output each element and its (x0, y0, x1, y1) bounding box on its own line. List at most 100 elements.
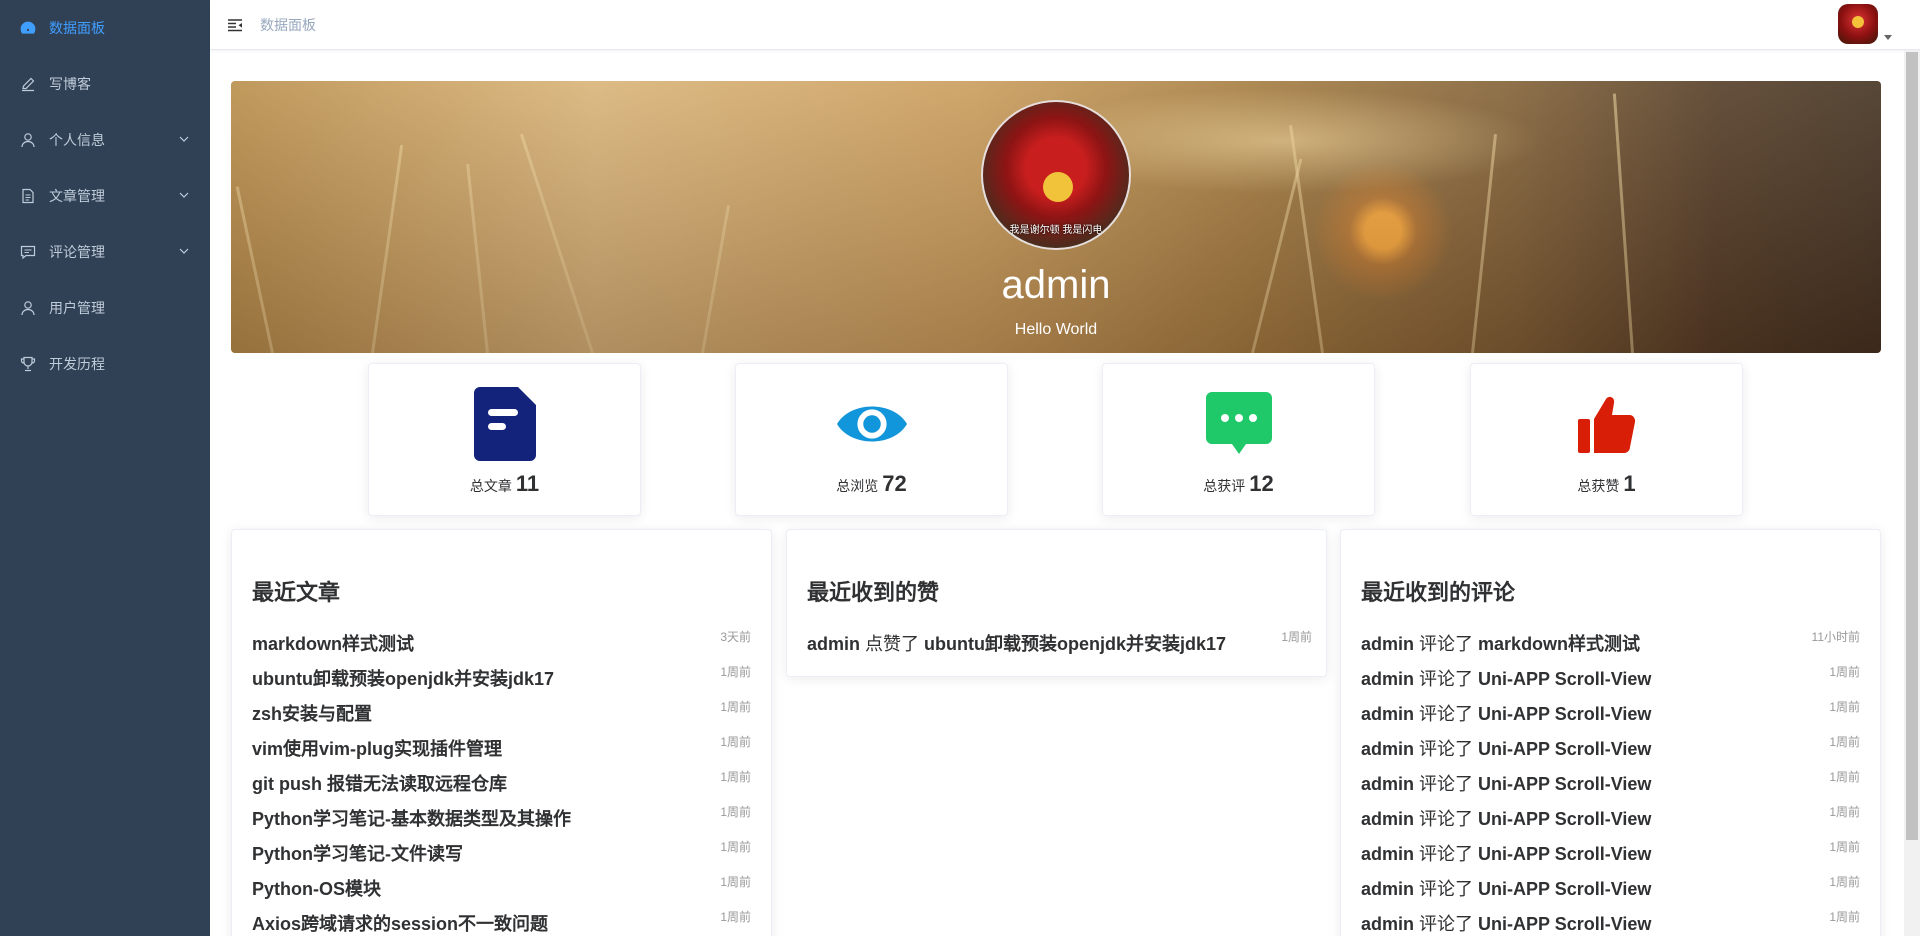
like-target: ubuntu卸载预装openjdk并安装jdk17 (924, 634, 1227, 654)
navbar: 数据面板 (210, 0, 1920, 50)
stat-card-likes[interactable]: 总获赞 1 (1470, 363, 1743, 516)
list-item: zsh安装与配置 1周前 (252, 700, 751, 730)
profile-motto: Hello World (1014, 321, 1098, 338)
sidebar-item-label: 数据面板 (49, 20, 105, 36)
article-link[interactable]: markdown样式测试 (252, 634, 414, 654)
panel-title: 最近收到的赞 (807, 580, 940, 605)
timestamp: 1周前 (720, 735, 751, 749)
comment-entry[interactable]: admin 评论了 Uni-APP Scroll-View (1361, 879, 1651, 899)
like-entry[interactable]: admin 点赞了 ubuntu卸载预装openjdk并安装jdk17 (807, 634, 1226, 654)
sidebar-item-comments[interactable]: 评论管理 (0, 224, 210, 280)
sidebar-item-label: 用户管理 (49, 300, 105, 316)
avatar[interactable] (1838, 4, 1878, 44)
timestamp: 1周前 (720, 700, 751, 714)
timestamp: 3天前 (720, 630, 751, 644)
comment-entry[interactable]: admin 评论了 Uni-APP Scroll-View (1361, 844, 1651, 864)
main-area: 数据面板 我是谢尔顿 我是闪电 admin Hello World 总文章 11… (210, 0, 1920, 936)
list-item: admin 评论了 Uni-APP Scroll-View 1周前 (1361, 840, 1860, 870)
list-item: Python-OS模块 1周前 (252, 875, 751, 905)
stat-value: 72 (882, 471, 907, 496)
article-link[interactable]: zsh安装与配置 (252, 704, 372, 724)
sidebar: 数据面板 写博客 个人信息 文章管理 评论管理 用户管理 开发历程 (0, 0, 210, 936)
thumbs-up-icon (1572, 386, 1642, 462)
sidebar-item-dashboard[interactable]: 数据面板 (0, 0, 210, 56)
menu-fold-icon[interactable] (227, 17, 243, 33)
sidebar-item-write-blog[interactable]: 写博客 (0, 56, 210, 112)
article-link[interactable]: vim使用vim-plug实现插件管理 (252, 739, 502, 759)
list-item: admin 点赞了 ubuntu卸载预装openjdk并安装jdk17 1周前 (807, 630, 1312, 660)
edit-icon (20, 76, 36, 92)
user-icon (20, 300, 36, 316)
profile-avatar[interactable]: 我是谢尔顿 我是闪电 (981, 100, 1131, 250)
sidebar-item-articles[interactable]: 文章管理 (0, 168, 210, 224)
comment-entry[interactable]: admin 评论了 Uni-APP Scroll-View (1361, 669, 1651, 689)
sidebar-item-label: 评论管理 (49, 244, 105, 260)
chat-icon (1204, 386, 1274, 462)
sidebar-item-profile[interactable]: 个人信息 (0, 112, 210, 168)
sidebar-item-label: 写博客 (49, 76, 91, 92)
stat-card-articles[interactable]: 总文章 11 (368, 363, 641, 516)
document-icon (20, 188, 36, 204)
dashboard-icon (20, 20, 36, 36)
list-item: Python学习笔记-基本数据类型及其操作 1周前 (252, 805, 751, 835)
list-item: ubuntu卸载预装openjdk并安装jdk17 1周前 (252, 665, 751, 695)
profile-name: admin (1001, 263, 1111, 307)
timestamp: 1周前 (720, 665, 751, 679)
comment-entry[interactable]: admin 评论了 Uni-APP Scroll-View (1361, 739, 1651, 759)
list-item: admin 评论了 Uni-APP Scroll-View 1周前 (1361, 700, 1860, 730)
comment-entry[interactable]: admin 评论了 Uni-APP Scroll-View (1361, 809, 1651, 829)
scrollbar-thumb[interactable] (1906, 52, 1918, 840)
user-icon (20, 132, 36, 148)
comment-entry[interactable]: admin 评论了 markdown样式测试 (1361, 634, 1640, 654)
like-user: admin (807, 634, 861, 654)
timestamp: 1周前 (1829, 700, 1860, 714)
list-item: admin 评论了 Uni-APP Scroll-View 1周前 (1361, 875, 1860, 905)
timestamp: 1周前 (1829, 910, 1860, 924)
trophy-icon (20, 356, 36, 372)
timestamp: 1周前 (1829, 875, 1860, 889)
list-item: Python学习笔记-文件读写 1周前 (252, 840, 751, 870)
stat-card-comments[interactable]: 总获评 12 (1102, 363, 1375, 516)
panel-title: 最近收到的评论 (1361, 580, 1516, 605)
user-menu[interactable] (1838, 4, 1892, 44)
article-link[interactable]: Python学习笔记-文件读写 (252, 844, 463, 864)
sidebar-item-dev-history[interactable]: 开发历程 (0, 336, 210, 392)
sidebar-item-users[interactable]: 用户管理 (0, 280, 210, 336)
comment-entry[interactable]: admin 评论了 Uni-APP Scroll-View (1361, 914, 1651, 934)
list-item: admin 评论了 Uni-APP Scroll-View 1周前 (1361, 770, 1860, 800)
stat-label: 总文章 11 (469, 471, 540, 496)
content: 我是谢尔顿 我是闪电 admin Hello World 总文章 11 总浏览 72… (210, 51, 1902, 936)
comment-entry[interactable]: admin 评论了 Uni-APP Scroll-View (1361, 774, 1651, 794)
timestamp: 1周前 (1829, 665, 1860, 679)
timestamp: 1周前 (1829, 770, 1860, 784)
list-item: admin 评论了 Uni-APP Scroll-View 1周前 (1361, 735, 1860, 765)
list-item: Axios跨域请求的session不一致问题 1周前 (252, 910, 751, 936)
avatar-caption: 我是谢尔顿 我是闪电 (1009, 225, 1103, 236)
comment-entry[interactable]: admin 评论了 Uni-APP Scroll-View (1361, 704, 1651, 724)
timestamp: 1周前 (720, 875, 751, 889)
recent-articles-panel: 最近文章 markdown样式测试 3天前 ubuntu卸载预装openjdk并安… (231, 529, 772, 936)
sidebar-item-label: 文章管理 (49, 188, 105, 204)
breadcrumb[interactable]: 数据面板 (260, 15, 316, 35)
list-item: admin 评论了 Uni-APP Scroll-View 1周前 (1361, 910, 1860, 936)
sidebar-item-label: 开发历程 (49, 356, 105, 372)
chevron-down-icon (179, 192, 189, 198)
article-link[interactable]: Axios跨域请求的session不一致问题 (252, 914, 548, 934)
list-item: admin 评论了 Uni-APP Scroll-View 1周前 (1361, 665, 1860, 695)
article-icon (470, 386, 540, 462)
stat-value: 12 (1249, 471, 1274, 496)
stat-label: 总获评 12 (1203, 471, 1274, 496)
stat-card-views[interactable]: 总浏览 72 (735, 363, 1008, 516)
timestamp: 1周前 (720, 805, 751, 819)
list-item: vim使用vim-plug实现插件管理 1周前 (252, 735, 751, 765)
article-link[interactable]: Python学习笔记-基本数据类型及其操作 (252, 809, 571, 829)
chevron-down-icon (179, 248, 189, 254)
timestamp: 11小时前 (1811, 630, 1860, 644)
article-link[interactable]: git push 报错无法读取远程仓库 (252, 774, 507, 794)
timestamp: 1周前 (1829, 840, 1860, 854)
caret-down-icon (1884, 35, 1892, 40)
article-link[interactable]: ubuntu卸载预装openjdk并安装jdk17 (252, 669, 554, 689)
list-item: git push 报错无法读取远程仓库 1周前 (252, 770, 751, 800)
article-link[interactable]: Python-OS模块 (252, 879, 381, 899)
profile-banner: 我是谢尔顿 我是闪电 admin Hello World (231, 81, 1881, 353)
